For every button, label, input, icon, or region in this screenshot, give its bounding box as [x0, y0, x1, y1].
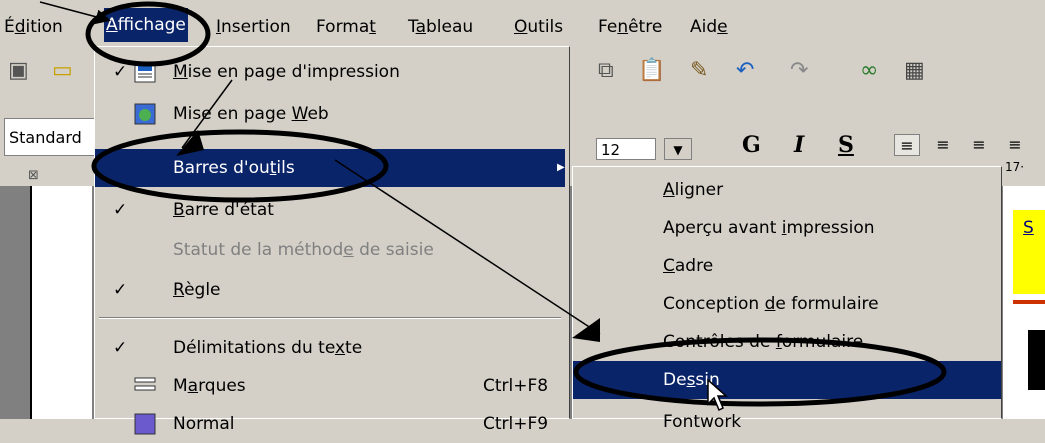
menu-bar: Édition Affichage Insertion Format Table…: [0, 0, 1045, 46]
submenu-item-frame[interactable]: Cadre: [573, 247, 1001, 285]
undo-icon[interactable]: ↶: [736, 58, 754, 84]
format-painter-icon[interactable]: ✎: [690, 58, 708, 84]
menu-insertion[interactable]: Insertion: [216, 17, 291, 37]
menu-item-text-boundaries[interactable]: ✓ Délimitations du texte: [95, 329, 565, 367]
red-rule: [1013, 300, 1045, 304]
menu-item-normal[interactable]: Normal Ctrl+F9: [95, 405, 565, 443]
open-folder-icon[interactable]: ▭: [52, 58, 73, 84]
hyperlink-icon[interactable]: ∞: [860, 58, 878, 84]
submenu-item-print-preview[interactable]: Aperçu avant impression: [573, 209, 1001, 247]
menu-format[interactable]: Format: [316, 17, 376, 37]
menu-edition[interactable]: Édition: [4, 17, 63, 37]
chevron-down-icon[interactable]: ▼: [664, 138, 692, 160]
menu-item-toolbars[interactable]: Barres d'outils ▶: [95, 149, 565, 187]
menu-item-web-layout[interactable]: Mise en page Web: [95, 95, 565, 133]
menu-item-ruler[interactable]: ✓ Règle: [95, 271, 565, 309]
bold-button[interactable]: G: [742, 132, 761, 158]
black-block: [1028, 330, 1045, 390]
tab-stop-icon[interactable]: ⊠: [28, 168, 39, 183]
toolbars-submenu: Aligner Aperçu avant impression Cadre Co…: [572, 166, 1002, 432]
italic-button[interactable]: I: [794, 132, 804, 158]
align-right-icon[interactable]: ≡: [966, 134, 992, 156]
menu-item-bookmarks[interactable]: Marques Ctrl+F8: [95, 367, 565, 405]
submenu-item-fontwork[interactable]: Fontwork: [573, 403, 1001, 441]
redo-icon[interactable]: ↷: [790, 58, 808, 84]
web-layout-icon: [134, 103, 156, 125]
submenu-item-drawing[interactable]: Dessin: [573, 361, 1001, 399]
menu-separator: [99, 317, 561, 319]
align-center-icon[interactable]: ≡: [930, 134, 956, 156]
menu-item-status-bar[interactable]: ✓ Barre d'état: [95, 191, 565, 229]
ruler-number: 17·: [1005, 160, 1025, 174]
table-icon[interactable]: ▦: [904, 58, 925, 84]
copy-icon[interactable]: ⧉: [598, 58, 614, 84]
document-text: S: [1023, 218, 1034, 238]
menu-item-print-layout[interactable]: ✓ Mise en page d'impression: [95, 53, 565, 91]
align-left-icon[interactable]: ≡: [894, 134, 920, 156]
affichage-dropdown: ✓ Mise en page d'impression Mise en page…: [94, 46, 570, 435]
menu-item-input-method-status: Statut de la méthode de saisie: [173, 240, 434, 260]
paste-icon[interactable]: 📋: [638, 58, 665, 84]
print-layout-icon: [134, 61, 156, 83]
menu-affichage[interactable]: Affichage: [104, 8, 188, 42]
document-page-left: [30, 186, 92, 419]
menu-aide[interactable]: Aide: [690, 17, 728, 37]
bookmarks-icon: [134, 377, 156, 391]
menu-outils[interactable]: Outils: [514, 17, 563, 37]
submenu-item-form-controls[interactable]: Contrôles de formulaire: [573, 323, 1001, 361]
font-size-select[interactable]: 12: [596, 138, 656, 160]
menu-tableau[interactable]: Tableau: [408, 17, 473, 37]
underline-button[interactable]: S: [838, 132, 854, 158]
menu-fenetre[interactable]: Fenêtre: [598, 17, 662, 37]
normal-view-icon: [134, 413, 156, 435]
submenu-arrow-icon: ▶: [557, 162, 565, 173]
new-document-icon[interactable]: ▣: [8, 58, 29, 84]
justify-icon[interactable]: ≡: [1002, 134, 1028, 156]
submenu-item-align[interactable]: Aligner: [573, 171, 1001, 209]
submenu-item-form-design[interactable]: Conception de formulaire: [573, 285, 1001, 323]
